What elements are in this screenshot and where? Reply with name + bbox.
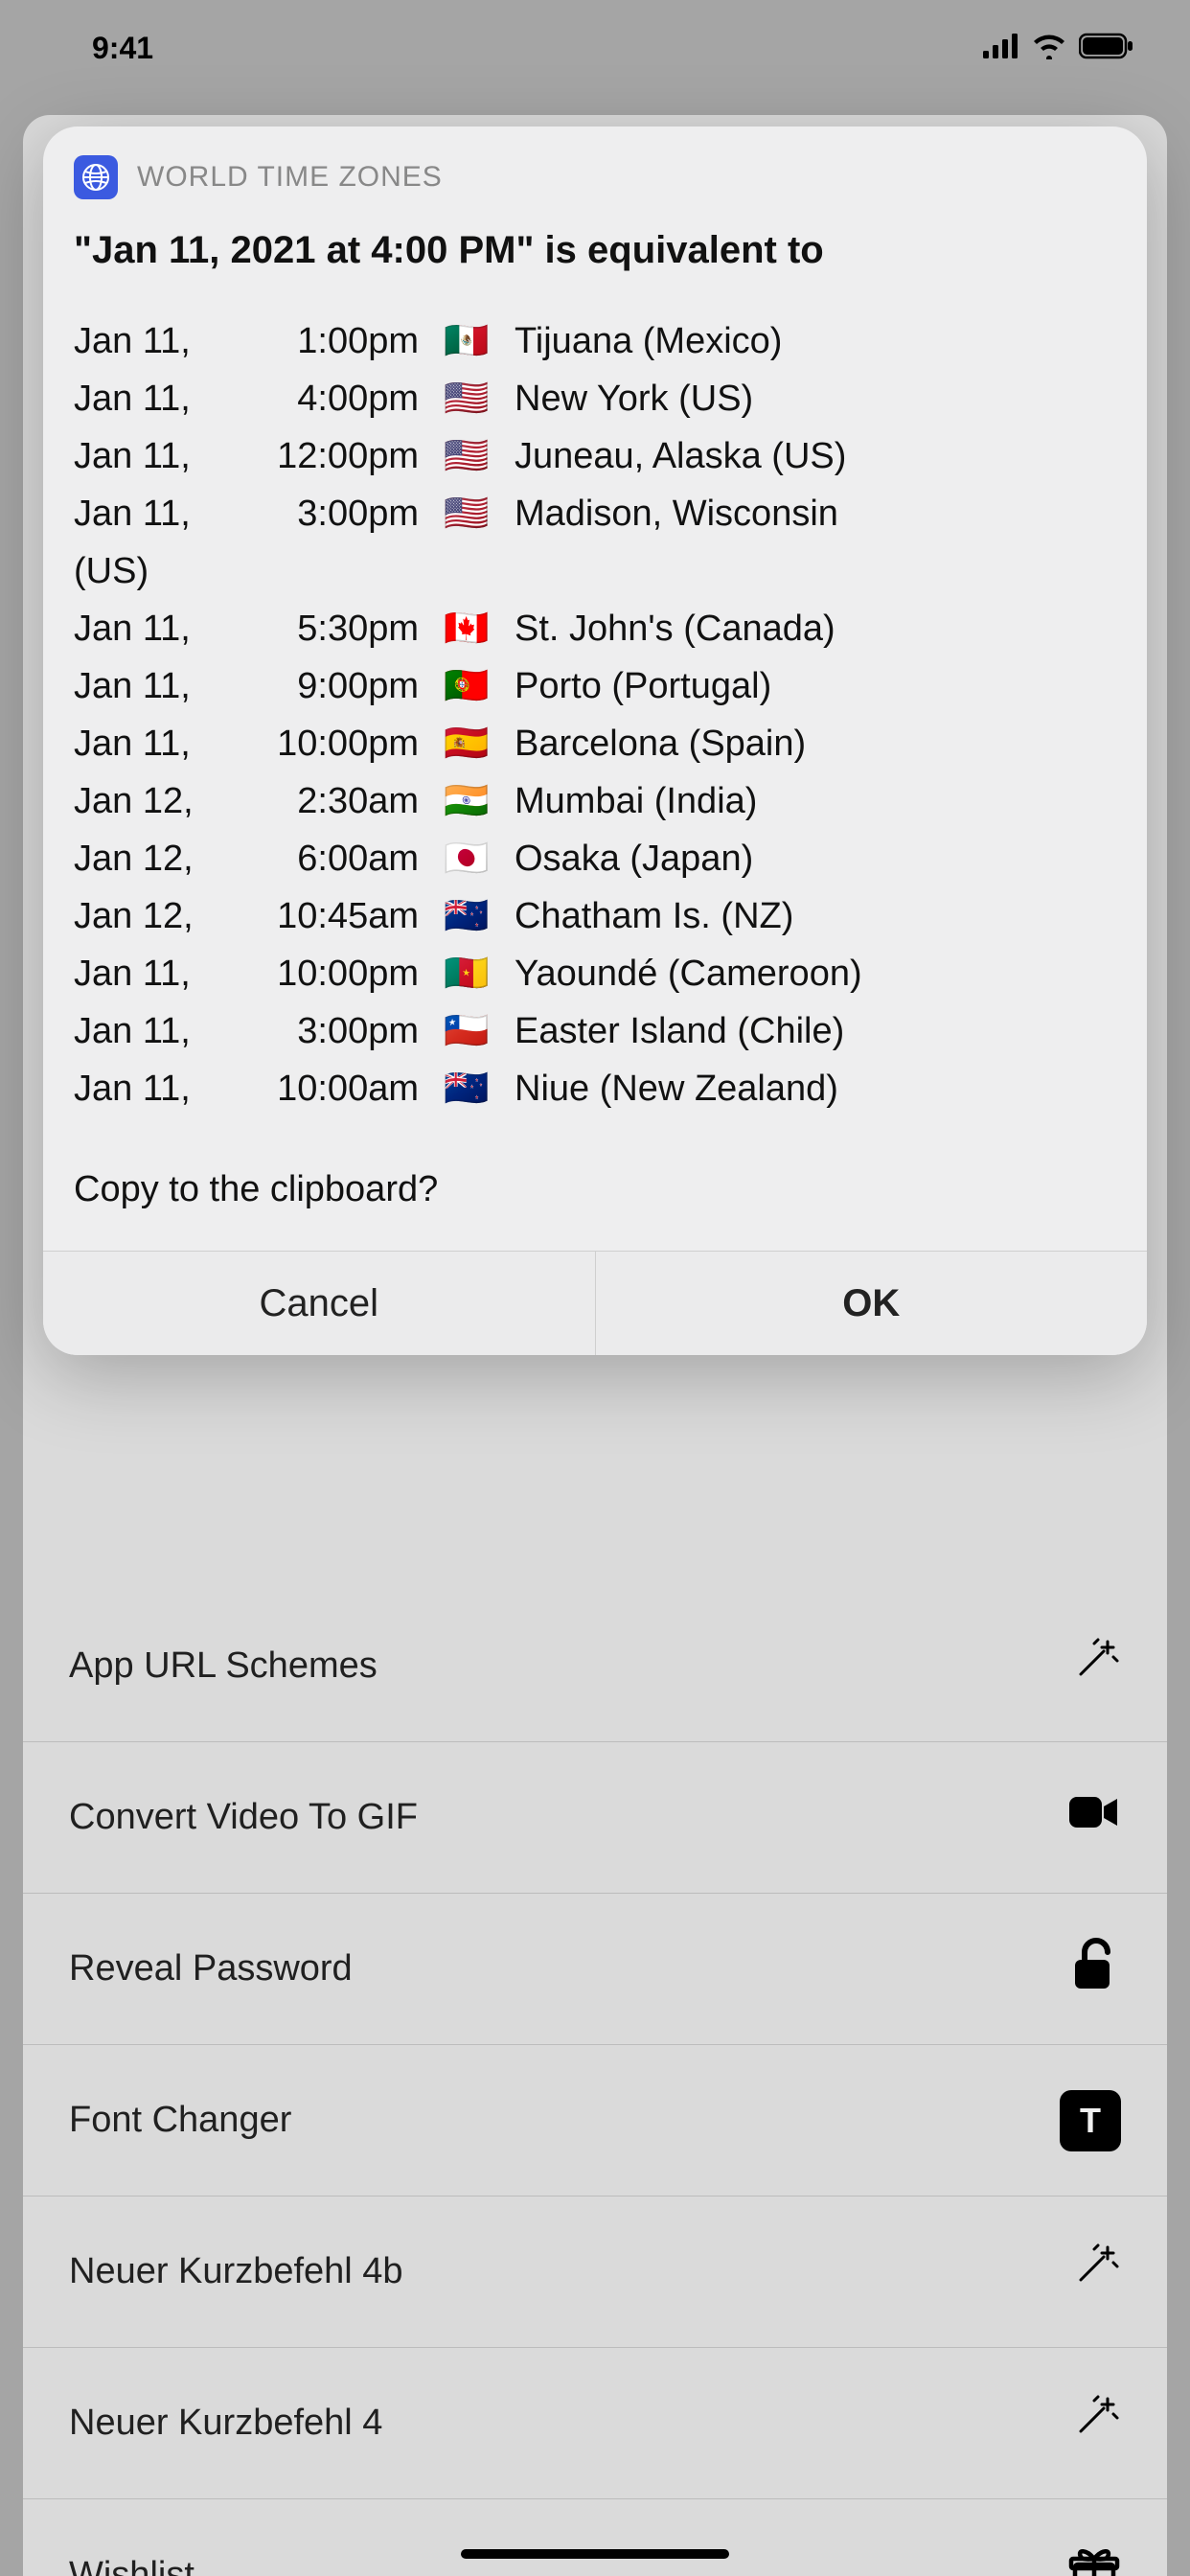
tz-time: 1:00pm <box>227 312 419 370</box>
tz-date: Jan 11, <box>74 600 227 657</box>
tz-city-wrap: (US) <box>74 542 1116 600</box>
timezone-row: Jan 11,3:00pm🇺🇸Madison, Wisconsin(US) <box>74 485 1116 600</box>
timezone-row: Jan 11,10:00pm🇪🇸Barcelona (Spain) <box>74 715 1116 772</box>
cancel-button[interactable]: Cancel <box>43 1252 595 1355</box>
tz-time: 6:00am <box>227 830 419 887</box>
tz-date: Jan 11, <box>74 1060 227 1117</box>
alert-app-name: WORLD TIME ZONES <box>137 161 443 194</box>
tz-city: Porto (Portugal) <box>515 657 1116 715</box>
timezone-list: Jan 11,1:00pm🇲🇽Tijuana (Mexico)Jan 11,4:… <box>43 312 1147 1135</box>
timezone-row: Jan 11,3:00pm🇨🇱Easter Island (Chile) <box>74 1002 1116 1060</box>
tz-city: Tijuana (Mexico) <box>515 312 1116 370</box>
tz-city: Easter Island (Chile) <box>515 1002 1116 1060</box>
tz-time: 10:45am <box>227 887 419 945</box>
timezone-row: Jan 12,6:00am🇯🇵Osaka (Japan) <box>74 830 1116 887</box>
tz-city: Madison, Wisconsin <box>515 485 1116 542</box>
tz-time: 12:00pm <box>227 427 419 485</box>
globe-icon <box>74 155 118 199</box>
tz-time: 9:00pm <box>227 657 419 715</box>
tz-city: Juneau, Alaska (US) <box>515 427 1116 485</box>
tz-date: Jan 12, <box>74 887 227 945</box>
tz-city: Osaka (Japan) <box>515 830 1116 887</box>
flag-icon: 🇳🇿 <box>419 1060 515 1117</box>
flag-icon: 🇮🇳 <box>419 772 515 830</box>
timezone-row: Jan 11,5:30pm🇨🇦St. John's (Canada) <box>74 600 1116 657</box>
tz-time: 10:00am <box>227 1060 419 1117</box>
alert-dialog: WORLD TIME ZONES "Jan 11, 2021 at 4:00 P… <box>43 126 1147 1355</box>
tz-time: 10:00pm <box>227 715 419 772</box>
tz-date: Jan 11, <box>74 1002 227 1060</box>
tz-date: Jan 11, <box>74 427 227 485</box>
tz-city: Barcelona (Spain) <box>515 715 1116 772</box>
tz-time: 2:30am <box>227 772 419 830</box>
timezone-row: Jan 11,12:00pm🇺🇸Juneau, Alaska (US) <box>74 427 1116 485</box>
flag-icon: 🇵🇹 <box>419 657 515 715</box>
tz-date: Jan 12, <box>74 830 227 887</box>
timezone-row: Jan 11,10:00pm🇨🇲Yaoundé (Cameroon) <box>74 945 1116 1002</box>
flag-icon: 🇨🇱 <box>419 1002 515 1060</box>
ok-button[interactable]: OK <box>595 1252 1148 1355</box>
tz-date: Jan 11, <box>74 485 227 542</box>
tz-date: Jan 11, <box>74 312 227 370</box>
alert-header: WORLD TIME ZONES <box>43 126 1147 215</box>
alert-title: "Jan 11, 2021 at 4:00 PM" is equivalent … <box>43 215 1147 312</box>
tz-city: Niue (New Zealand) <box>515 1060 1116 1117</box>
flag-icon: 🇳🇿 <box>419 887 515 945</box>
flag-icon: 🇺🇸 <box>419 370 515 427</box>
tz-time: 4:00pm <box>227 370 419 427</box>
tz-date: Jan 11, <box>74 715 227 772</box>
tz-date: Jan 11, <box>74 370 227 427</box>
timezone-row: Jan 11,4:00pm🇺🇸New York (US) <box>74 370 1116 427</box>
flag-icon: 🇺🇸 <box>419 427 515 485</box>
flag-icon: 🇨🇦 <box>419 600 515 657</box>
tz-time: 3:00pm <box>227 1002 419 1060</box>
tz-city: Chatham Is. (NZ) <box>515 887 1116 945</box>
timezone-row: Jan 11,9:00pm🇵🇹Porto (Portugal) <box>74 657 1116 715</box>
flag-icon: 🇲🇽 <box>419 312 515 370</box>
tz-date: Jan 11, <box>74 945 227 1002</box>
flag-icon: 🇺🇸 <box>419 485 515 542</box>
tz-date: Jan 11, <box>74 657 227 715</box>
tz-date: Jan 12, <box>74 772 227 830</box>
tz-time: 5:30pm <box>227 600 419 657</box>
flag-icon: 🇯🇵 <box>419 830 515 887</box>
tz-time: 10:00pm <box>227 945 419 1002</box>
tz-city: Yaoundé (Cameroon) <box>515 945 1116 1002</box>
tz-city: New York (US) <box>515 370 1116 427</box>
alert-button-row: Cancel OK <box>43 1251 1147 1355</box>
clipboard-prompt: Copy to the clipboard? <box>43 1135 1147 1251</box>
timezone-row: Jan 11,1:00pm🇲🇽Tijuana (Mexico) <box>74 312 1116 370</box>
tz-city: St. John's (Canada) <box>515 600 1116 657</box>
tz-city: Mumbai (India) <box>515 772 1116 830</box>
timezone-row: Jan 11,10:00am🇳🇿Niue (New Zealand) <box>74 1060 1116 1117</box>
tz-time: 3:00pm <box>227 485 419 542</box>
flag-icon: 🇨🇲 <box>419 945 515 1002</box>
flag-icon: 🇪🇸 <box>419 715 515 772</box>
home-indicator[interactable] <box>461 2549 729 2559</box>
timezone-row: Jan 12,10:45am🇳🇿Chatham Is. (NZ) <box>74 887 1116 945</box>
timezone-row: Jan 12,2:30am🇮🇳Mumbai (India) <box>74 772 1116 830</box>
